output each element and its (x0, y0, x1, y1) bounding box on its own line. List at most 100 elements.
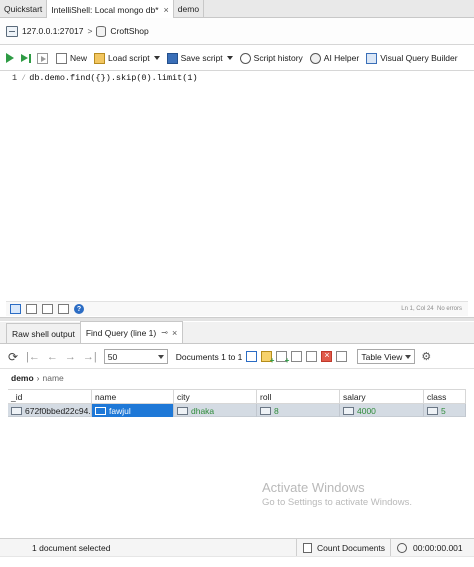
watermark-title: Activate Windows (262, 480, 365, 495)
column-header-id[interactable]: _id (8, 390, 92, 404)
edit-document-icon[interactable] (291, 351, 303, 362)
cell-name[interactable]: fawjul (92, 404, 174, 417)
split-layout-icon[interactable] (42, 304, 53, 314)
close-icon[interactable]: × (164, 5, 169, 15)
chevron-right-icon: > (87, 26, 93, 36)
breadcrumb-database[interactable]: demo (11, 373, 34, 383)
splitter-handle[interactable] (0, 317, 474, 321)
tab-label: demo (177, 4, 200, 14)
breadcrumb-collection[interactable]: name (43, 373, 64, 383)
tab-quickstart[interactable]: Quickstart (0, 0, 48, 18)
cell-class-value: 5 (441, 405, 446, 416)
maximize-icon[interactable] (58, 304, 69, 314)
table-header: _id name city roll salary class (8, 389, 466, 404)
status-bar: 1 document selected Count Documents 00:0… (0, 538, 474, 557)
new-button[interactable]: New (56, 52, 87, 64)
view-mode-select[interactable]: Table View (357, 349, 416, 364)
cell-roll-value: 8 (274, 405, 279, 416)
editor-toolbar: New Load script Save script Script histo… (0, 46, 474, 71)
cursor-position-text: Ln 1, Col 24 (401, 306, 434, 312)
folder-icon (94, 52, 106, 64)
connection-database[interactable]: CroftShop (110, 26, 148, 36)
result-layout-icon[interactable] (26, 304, 37, 314)
load-script-label: Load script (108, 53, 150, 63)
gear-icon[interactable]: ⚙ (421, 350, 431, 363)
column-header-class[interactable]: class (424, 390, 466, 404)
cell-class[interactable]: 5 (424, 404, 466, 417)
database-icon (96, 25, 107, 37)
clone-document-icon[interactable] (276, 351, 289, 365)
code-text[interactable]: db.demo.find({}).skip(0).limit(1) (29, 73, 197, 83)
number-type-icon (343, 406, 354, 415)
document-info-icon[interactable] (246, 351, 258, 362)
column-header-salary[interactable]: salary (340, 390, 424, 404)
run-selection-icon[interactable] (37, 52, 48, 64)
help-icon[interactable]: ? (74, 304, 84, 314)
close-icon[interactable]: × (172, 328, 177, 338)
chevron-down-icon (157, 354, 164, 359)
cell-city[interactable]: dhaka (174, 404, 257, 417)
ai-helper-icon (309, 52, 321, 64)
previous-page-icon[interactable]: ← (47, 351, 58, 363)
number-type-icon (427, 406, 438, 415)
last-page-icon[interactable]: →| (83, 351, 97, 363)
documents-range: Documents 1 to 1 (175, 351, 243, 362)
elapsed-time: 00:00:00.001 (390, 538, 463, 557)
cell-salary[interactable]: 4000 (340, 404, 424, 417)
tab-find-query[interactable]: Find Query (line 1) ⊸ × (79, 321, 184, 343)
watermark-subtitle: Go to Settings to activate Windows. (262, 497, 412, 508)
pin-icon[interactable]: ⊸ (161, 328, 168, 337)
chevron-down-icon[interactable] (153, 56, 160, 60)
result-tab-bar: Raw shell output Find Query (line 1) ⊸ × (0, 321, 474, 344)
editor-status-bar: ? Ln 1, Col 24 No errors (6, 301, 468, 316)
editor-layout-icon[interactable] (10, 304, 21, 314)
add-document-icon[interactable] (261, 351, 274, 365)
tab-label: Find Query (line 1) (85, 327, 157, 338)
page-size-value: 50 (107, 351, 118, 362)
elapsed-time-value: 00:00:00.001 (413, 542, 463, 553)
count-documents-button[interactable]: Count Documents (296, 538, 390, 557)
table-row[interactable]: 672f0bbed22c94... fawjul dhaka 8 4000 5 (8, 404, 466, 417)
chevron-right-icon: › (36, 373, 40, 383)
save-script-button[interactable]: Save script (166, 52, 223, 64)
column-header-roll[interactable]: roll (257, 390, 340, 404)
string-type-icon (177, 406, 188, 415)
run-icon[interactable] (6, 53, 14, 63)
ai-helper-label: AI Helper (323, 53, 360, 63)
refresh-icon[interactable]: ⟳ (8, 350, 18, 364)
visual-query-builder-button[interactable]: Visual Query Builder (366, 52, 458, 64)
view-document-icon[interactable] (306, 351, 318, 362)
export-icon[interactable] (336, 351, 348, 362)
tab-demo[interactable]: demo (174, 0, 205, 18)
tab-intellishell[interactable]: IntelliShell: Local mongo db* × (47, 0, 174, 19)
query-builder-icon (366, 52, 378, 64)
fold-icon: ⁄ (21, 73, 27, 83)
column-header-name[interactable]: name (92, 390, 174, 404)
connection-server[interactable]: 127.0.0.1:27017 (22, 26, 83, 36)
cell-city-value: dhaka (191, 405, 215, 416)
tab-raw-shell-output[interactable]: Raw shell output (6, 323, 81, 343)
page-size-select[interactable]: 50 (103, 349, 168, 364)
first-page-icon[interactable]: |← (26, 351, 40, 363)
ai-helper-button[interactable]: AI Helper (309, 52, 360, 64)
load-script-button[interactable]: Load script (94, 52, 150, 64)
cell-roll[interactable]: 8 (257, 404, 340, 417)
save-icon (166, 52, 178, 64)
chevron-down-icon[interactable] (226, 56, 233, 60)
cell-id[interactable]: 672f0bbed22c94... (8, 404, 92, 417)
tab-label: IntelliShell: Local mongo db* (51, 4, 159, 15)
next-page-icon[interactable]: → (65, 351, 76, 363)
column-header-city[interactable]: city (174, 390, 257, 404)
count-documents-label: Count Documents (317, 542, 386, 553)
save-script-label: Save script (180, 53, 223, 63)
cursor-position: Ln 1, Col 24 No errors (401, 306, 462, 312)
editor-line[interactable]: 1 ⁄ db.demo.find({}).skip(0).limit(1) (12, 73, 198, 83)
delete-document-icon[interactable] (321, 350, 333, 362)
breadcrumb: demo › name (11, 373, 64, 383)
script-history-button[interactable]: Script history (239, 52, 303, 64)
run-step-icon[interactable] (21, 53, 31, 63)
code-editor[interactable]: 1 ⁄ db.demo.find({}).skip(0).limit(1) (6, 71, 468, 301)
connection-bar: 127.0.0.1:27017 > CroftShop (0, 18, 474, 45)
new-document-icon (56, 52, 67, 64)
selection-status: 1 document selected (32, 542, 111, 553)
